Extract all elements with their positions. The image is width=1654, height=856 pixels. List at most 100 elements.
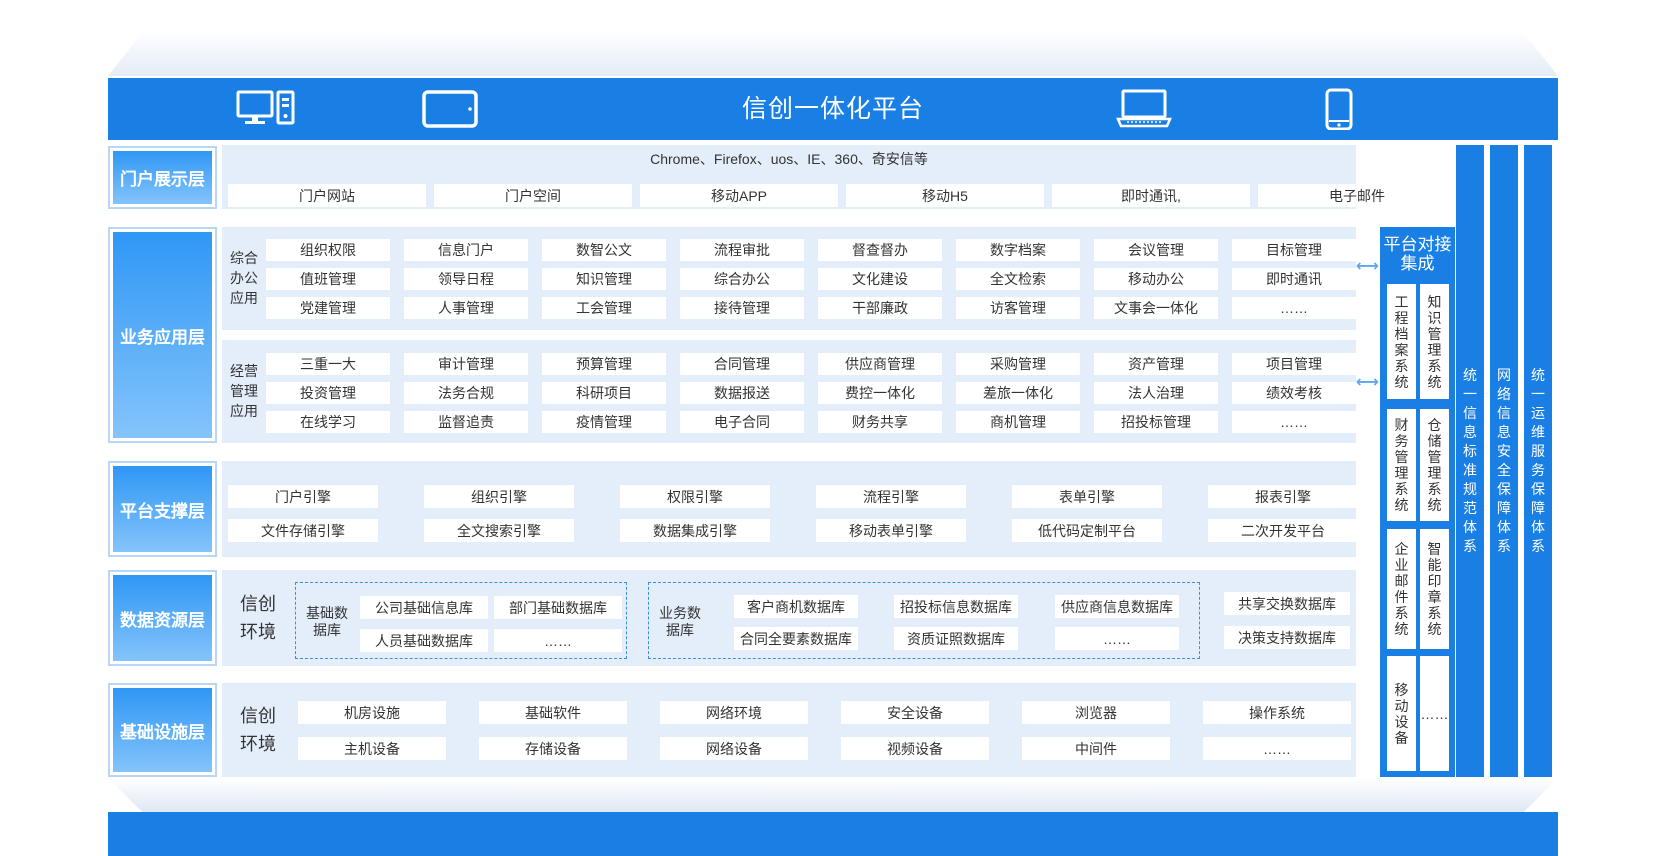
operation-app-item: 科研项目 bbox=[542, 382, 666, 404]
operation-app-item: 投资管理 bbox=[266, 382, 390, 404]
engine-item: 表单引擎 bbox=[1012, 485, 1162, 508]
office-integration-arrow-icon: ⟷ bbox=[1356, 258, 1379, 275]
infra-xc-label: 信创环境 bbox=[240, 706, 276, 754]
infra-item: 存储设备 bbox=[479, 737, 627, 760]
base-shade bbox=[108, 778, 1558, 814]
engine-item: 二次开发平台 bbox=[1208, 519, 1358, 542]
infra-item: 视频设备 bbox=[841, 737, 989, 760]
office-app-item: 领导日程 bbox=[404, 268, 528, 290]
office-app-item: 文化建设 bbox=[818, 268, 942, 290]
side-bar-operations: 统一运维服务保障体系 bbox=[1524, 145, 1552, 777]
office-app-item: 工会管理 bbox=[542, 297, 666, 319]
infra-item: 机房设施 bbox=[298, 701, 446, 724]
infra-item: 浏览器 bbox=[1022, 701, 1170, 724]
engine-item: 门户引擎 bbox=[228, 485, 378, 508]
office-app-item: 数字档案 bbox=[956, 239, 1080, 261]
portal-item: 即时通讯, bbox=[1052, 184, 1250, 207]
biz-db-label: 业务数据库 bbox=[659, 605, 701, 638]
portal-item: 移动APP bbox=[640, 184, 838, 207]
operation-app-item: 监督追责 bbox=[404, 411, 528, 433]
layer-label-infra: 基础设施层 bbox=[108, 683, 217, 777]
engine-item: 移动表单引擎 bbox=[816, 519, 966, 542]
office-app-item: …… bbox=[1232, 297, 1356, 319]
biz-db-item: 资质证照数据库 bbox=[894, 627, 1018, 650]
portal-item: 移动H5 bbox=[846, 184, 1044, 207]
integration-system-item: 企业邮件系统 bbox=[1387, 529, 1416, 649]
operation-app-item: 三重一大 bbox=[266, 353, 390, 375]
office-app-item: 干部廉政 bbox=[818, 297, 942, 319]
office-app-item: 组织权限 bbox=[266, 239, 390, 261]
office-label: 综合办公应用 bbox=[230, 250, 258, 306]
portal-item: 门户网站 bbox=[228, 184, 426, 207]
layer-label-data: 数据资源层 bbox=[108, 570, 217, 666]
integration-system-item: 移动设备 bbox=[1387, 656, 1416, 771]
operation-app-item: 招投标管理 bbox=[1094, 411, 1218, 433]
biz-db-item: 供应商信息数据库 bbox=[1055, 595, 1179, 618]
biz-db-item: …… bbox=[1055, 627, 1179, 650]
operation-app-item: 商机管理 bbox=[956, 411, 1080, 433]
office-app-item: 知识管理 bbox=[542, 268, 666, 290]
infra-panel bbox=[222, 683, 1356, 777]
office-app-item: 文事会一体化 bbox=[1094, 297, 1218, 319]
basic-db-item: 人员基础数据库 bbox=[360, 629, 488, 652]
office-app-item: 会议管理 bbox=[1094, 239, 1218, 261]
operation-app-item: 审计管理 bbox=[404, 353, 528, 375]
laptop-icon bbox=[1116, 89, 1172, 128]
biz-db-item: 合同全要素数据库 bbox=[734, 627, 858, 650]
operation-app-item: 合同管理 bbox=[680, 353, 804, 375]
base-bar bbox=[108, 812, 1558, 856]
basic-db-item: 公司基础信息库 bbox=[360, 596, 488, 619]
operation-app-item: …… bbox=[1232, 411, 1356, 433]
operation-app-item: 差旅一体化 bbox=[956, 382, 1080, 404]
office-app-item: 目标管理 bbox=[1232, 239, 1356, 261]
infra-item: 基础软件 bbox=[479, 701, 627, 724]
tablet-icon bbox=[422, 90, 478, 128]
office-app-item: 综合办公 bbox=[680, 268, 804, 290]
engine-item: 权限引擎 bbox=[620, 485, 770, 508]
operation-app-item: 预算管理 bbox=[542, 353, 666, 375]
platform-header: 信创一体化平台 bbox=[108, 78, 1558, 140]
data-xc-label: 信创环境 bbox=[240, 594, 276, 642]
integration-system-item: 仓储管理系统 bbox=[1420, 409, 1449, 521]
infra-item: 主机设备 bbox=[298, 737, 446, 760]
office-app-item: 信息门户 bbox=[404, 239, 528, 261]
operation-app-item: 项目管理 bbox=[1232, 353, 1356, 375]
engine-item: 低代码定制平台 bbox=[1012, 519, 1162, 542]
engine-item: 文件存储引擎 bbox=[228, 519, 378, 542]
office-app-item: 数智公文 bbox=[542, 239, 666, 261]
engine-item: 流程引擎 bbox=[816, 485, 966, 508]
side-bar-security: 网络信息安全保障体系 bbox=[1490, 145, 1518, 777]
infra-item: 网络环境 bbox=[660, 701, 808, 724]
operation-integration-arrow-icon: ⟷ bbox=[1356, 374, 1379, 391]
integration-system-item: 工程档案系统 bbox=[1387, 284, 1416, 399]
phone-icon bbox=[1325, 88, 1353, 130]
desktop-icon bbox=[236, 90, 295, 125]
integration-system-item: …… bbox=[1420, 656, 1449, 771]
office-app-item: 值班管理 bbox=[266, 268, 390, 290]
integration-system-item: 智能印章系统 bbox=[1420, 529, 1449, 649]
office-app-item: 移动办公 bbox=[1094, 268, 1218, 290]
basic-db-item: …… bbox=[494, 629, 622, 652]
integration-system-item: 财务管理系统 bbox=[1387, 409, 1416, 521]
office-app-item: 督查督办 bbox=[818, 239, 942, 261]
browser-list: Chrome、Firefox、uos、IE、360、奇安信等 bbox=[650, 151, 928, 167]
engine-item: 报表引擎 bbox=[1208, 485, 1358, 508]
layer-label-portal: 门户展示层 bbox=[108, 146, 217, 209]
support-panel bbox=[222, 461, 1356, 557]
infra-item: …… bbox=[1203, 737, 1351, 760]
extra-db-item: 共享交换数据库 bbox=[1224, 592, 1350, 615]
operation-app-item: 法人治理 bbox=[1094, 382, 1218, 404]
side-bar-standards: 统一信息标准规范体系 bbox=[1456, 145, 1484, 777]
portal-item: 电子邮件 bbox=[1258, 184, 1456, 207]
operation-app-item: 资产管理 bbox=[1094, 353, 1218, 375]
basic-db-item: 部门基础数据库 bbox=[494, 596, 622, 619]
layer-label-support: 平台支撑层 bbox=[108, 461, 217, 557]
basic-db-label: 基础数据库 bbox=[306, 605, 348, 638]
office-app-item: 流程审批 bbox=[680, 239, 804, 261]
operation-app-item: 电子合同 bbox=[680, 411, 804, 433]
office-app-item: 人事管理 bbox=[404, 297, 528, 319]
engine-item: 全文搜索引擎 bbox=[424, 519, 574, 542]
biz-db-item: 招投标信息数据库 bbox=[894, 595, 1018, 618]
operation-app-item: 在线学习 bbox=[266, 411, 390, 433]
operation-label: 经营管理应用 bbox=[230, 363, 258, 419]
